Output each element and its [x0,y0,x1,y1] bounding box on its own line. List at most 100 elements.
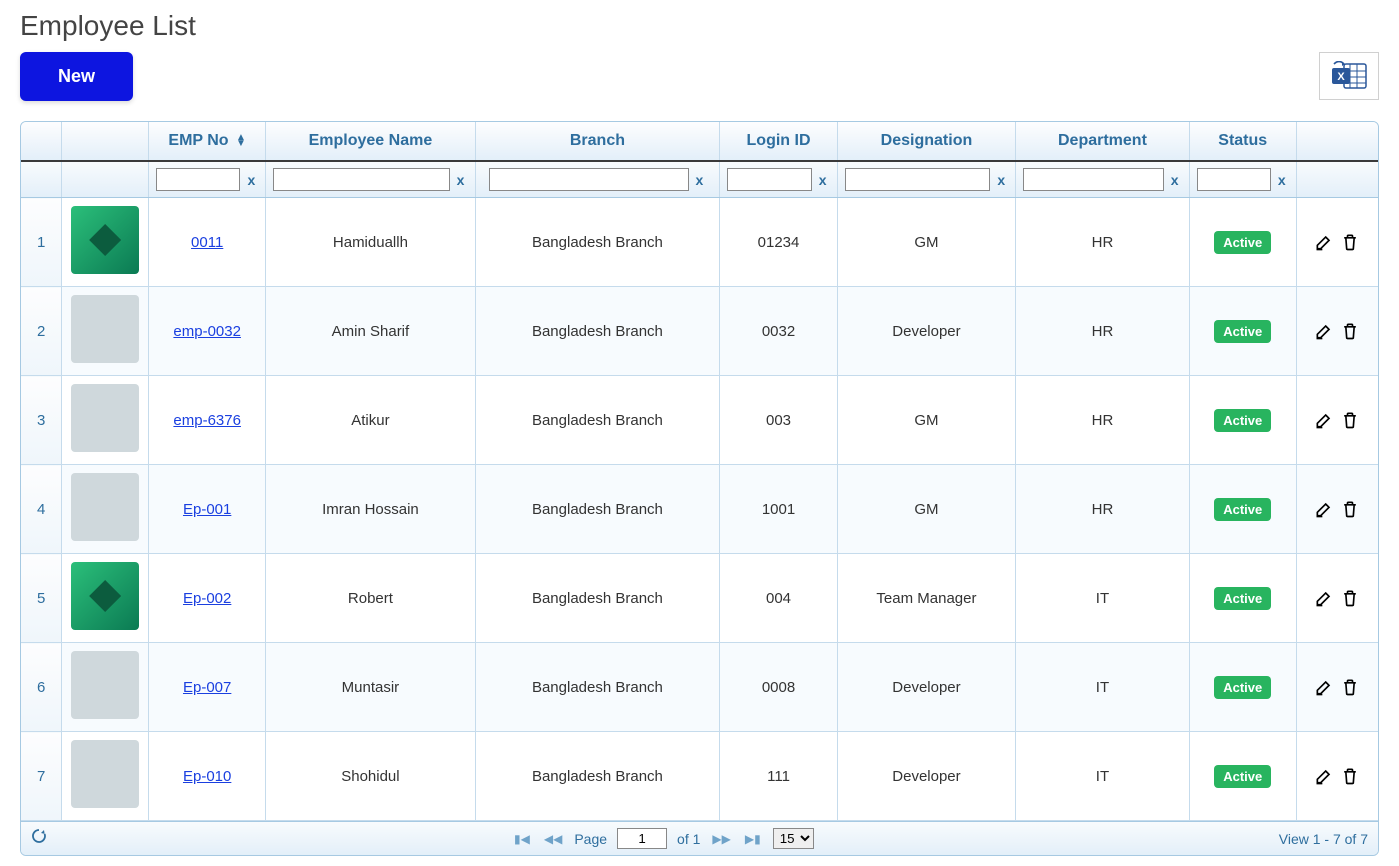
cell-department: HR [1016,465,1189,554]
filter-employee-name[interactable] [273,168,449,191]
pager-prev-button[interactable]: ◀◀ [542,832,564,846]
delete-button[interactable] [1340,232,1360,252]
new-button[interactable]: New [20,52,133,101]
table-row: 5 Ep-002 Robert Bangladesh Branch 004 Te… [21,554,1378,643]
cell-status: Active [1189,287,1296,376]
filter-clear-status[interactable]: x [1275,172,1289,188]
cell-branch: Bangladesh Branch [475,287,720,376]
delete-button[interactable] [1340,677,1360,697]
filter-login-id[interactable] [727,168,811,191]
delete-button[interactable] [1340,321,1360,341]
status-badge: Active [1214,587,1271,610]
cell-status: Active [1189,465,1296,554]
cell-actions [1296,732,1378,821]
edit-button[interactable] [1314,588,1334,608]
emp-no-link[interactable]: Ep-001 [183,501,231,518]
row-avatar-cell [62,732,149,821]
avatar [71,562,139,630]
col-header-emp-no[interactable]: EMP No ▲▼ [149,122,266,161]
col-header-branch[interactable]: Branch [475,122,720,161]
col-header-designation[interactable]: Designation [837,122,1016,161]
col-header-department[interactable]: Department [1016,122,1189,161]
table-row: 7 Ep-010 Shohidul Bangladesh Branch 111 … [21,732,1378,821]
status-badge: Active [1214,409,1271,432]
cell-actions [1296,376,1378,465]
emp-no-link[interactable]: Ep-002 [183,590,231,607]
refresh-button[interactable] [31,828,47,849]
edit-button[interactable] [1314,677,1334,697]
pager-page-input[interactable] [617,828,667,849]
export-excel-button[interactable]: X [1319,52,1379,100]
col-header-status[interactable]: Status [1189,122,1296,161]
row-number: 5 [21,554,62,643]
edit-button[interactable] [1314,410,1334,430]
pager-next-button[interactable]: ▶▶ [710,832,732,846]
filter-emp-no[interactable] [156,168,240,191]
filter-clear-login-id[interactable]: x [816,172,830,188]
cell-designation: Developer [837,287,1016,376]
trash-icon [1340,677,1360,697]
cell-department: IT [1016,732,1189,821]
edit-button[interactable] [1314,766,1334,786]
filter-clear-designation[interactable]: x [994,172,1008,188]
col-header-employee-name[interactable]: Employee Name [266,122,475,161]
emp-no-link[interactable]: Ep-007 [183,679,231,696]
status-badge: Active [1214,231,1271,254]
avatar [71,206,139,274]
refresh-icon [31,828,47,844]
cell-actions [1296,554,1378,643]
avatar [71,384,139,452]
delete-button[interactable] [1340,410,1360,430]
cell-actions [1296,643,1378,732]
delete-button[interactable] [1340,588,1360,608]
filter-department[interactable] [1023,168,1163,191]
emp-no-link[interactable]: 0011 [191,234,223,251]
cell-status: Active [1189,732,1296,821]
status-badge: Active [1214,765,1271,788]
cell-designation: Team Manager [837,554,1016,643]
filter-clear-department[interactable]: x [1168,172,1182,188]
pager-size-select[interactable]: 15 [773,828,814,849]
col-header-actions [1296,122,1378,161]
edit-icon [1314,588,1334,608]
filter-clear-branch[interactable]: x [693,172,707,188]
cell-status: Active [1189,198,1296,287]
svg-text:X: X [1337,71,1345,83]
cell-actions [1296,198,1378,287]
filter-designation[interactable] [845,168,991,191]
status-badge: Active [1214,320,1271,343]
col-header-image [62,122,149,161]
trash-icon [1340,410,1360,430]
edit-button[interactable] [1314,321,1334,341]
cell-employee-name: Hamiduallh [266,198,475,287]
filter-branch[interactable] [489,168,689,191]
pager-first-button[interactable]: ▮◀ [512,832,532,846]
filter-status[interactable] [1197,168,1271,191]
trash-icon [1340,321,1360,341]
edit-icon [1314,410,1334,430]
filter-clear-emp-no[interactable]: x [244,172,258,188]
trash-icon [1340,499,1360,519]
cell-status: Active [1189,554,1296,643]
emp-no-link[interactable]: emp-0032 [173,323,241,340]
filter-clear-employee-name[interactable]: x [454,172,468,188]
filter-row: x x x x x x x [21,161,1378,198]
cell-login-id: 004 [720,554,837,643]
edit-button[interactable] [1314,232,1334,252]
emp-no-link[interactable]: Ep-010 [183,768,231,785]
header-row: EMP No ▲▼ Employee Name Branch Login ID … [21,122,1378,161]
pager-last-button[interactable]: ▶▮ [743,832,763,846]
pager-view-text: View 1 - 7 of 7 [1279,831,1368,847]
edit-button[interactable] [1314,499,1334,519]
delete-button[interactable] [1340,499,1360,519]
edit-icon [1314,232,1334,252]
cell-login-id: 01234 [720,198,837,287]
delete-button[interactable] [1340,766,1360,786]
row-avatar-cell [62,287,149,376]
cell-employee-name: Imran Hossain [266,465,475,554]
cell-branch: Bangladesh Branch [475,732,720,821]
row-avatar-cell [62,198,149,287]
col-header-login-id[interactable]: Login ID [720,122,837,161]
cell-status: Active [1189,643,1296,732]
emp-no-link[interactable]: emp-6376 [173,412,241,429]
